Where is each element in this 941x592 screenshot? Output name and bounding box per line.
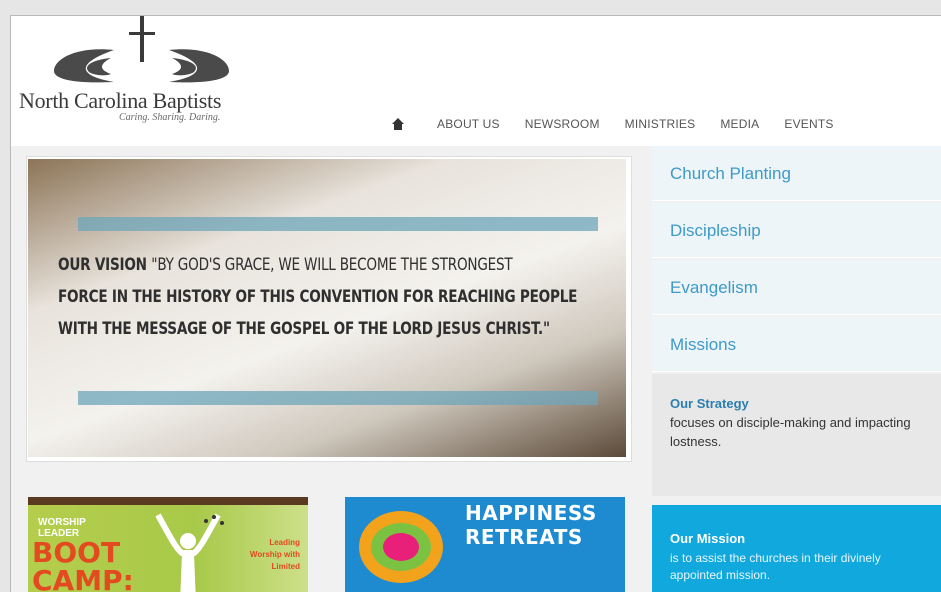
mission-title[interactable]: Our Mission [670, 531, 924, 546]
nav-media[interactable]: MEDIA [720, 117, 759, 131]
hero-banner[interactable]: OUR VISION "BY GOD'S GRACE, WE WILL BECO… [26, 156, 632, 462]
bootcamp-image: WORSHIP LEADER BOOT CAMP: Leading Worshi… [28, 505, 308, 592]
strategy-panel: Our Strategy focuses on disciple-making … [652, 374, 941, 496]
sidebar-item-missions[interactable]: Missions [652, 317, 941, 372]
site-header: North Carolina Baptists Caring. Sharing.… [11, 16, 941, 146]
bible-background-image: OUR VISION "BY GOD'S GRACE, WE WILL BECO… [28, 159, 626, 457]
vision-label: OUR VISION [58, 255, 147, 275]
retreats-line-1: HAPPINESS [465, 501, 597, 525]
retreats-line-2: RETREATS [465, 525, 583, 549]
sidebar-item-church-planting[interactable]: Church Planting [652, 146, 941, 201]
ministry-sidebar: Church Planting Discipleship Evangelism … [652, 146, 941, 592]
bootcamp-promo-tile[interactable]: WORSHIP LEADER BOOT CAMP: Leading Worshi… [28, 497, 308, 592]
vision-line-2: FORCE IN THE HISTORY OF THIS CONVENTION … [58, 287, 578, 307]
nav-about-us[interactable]: ABOUT US [437, 117, 500, 131]
bootcamp-side-text: Leading Worship with Limited [249, 538, 300, 571]
vision-line-3: WITH THE MESSAGE OF THE GOSPEL OF THE LO… [58, 319, 550, 339]
worship-figure-icon [155, 513, 224, 592]
sidebar-item-evangelism[interactable]: Evangelism [652, 260, 941, 315]
bootcamp-title: BOOT CAMP: [32, 536, 134, 592]
happiness-retreats-tile[interactable]: HAPPINESS RETREATS [345, 497, 625, 592]
retreats-title: HAPPINESS RETREATS [465, 501, 597, 549]
mission-panel: Our Mission is to assist the churches in… [652, 505, 941, 592]
brand-tagline: Caring. Sharing. Daring. [119, 112, 221, 123]
strategy-title[interactable]: Our Strategy [670, 396, 924, 411]
nav-newsroom[interactable]: NEWSROOM [525, 117, 600, 131]
nav-ministries[interactable]: MINISTRIES [625, 117, 696, 131]
browser-frame: North Carolina Baptists Caring. Sharing.… [10, 15, 941, 592]
hero-stripe-top [78, 217, 598, 231]
hero-stripe-bottom [78, 391, 598, 405]
main-content: OUR VISION "BY GOD'S GRACE, WE WILL BECO… [11, 146, 941, 592]
brand-name: North Carolina Baptists [19, 88, 222, 113]
retreat-logo-icon [359, 511, 443, 583]
cross-logo-icon [54, 16, 229, 83]
nav-events[interactable]: EVENTS [784, 117, 833, 131]
vision-line-1: OUR VISION "BY GOD'S GRACE, WE WILL BECO… [58, 249, 513, 281]
strategy-text: focuses on disciple-making and impacting… [670, 415, 911, 449]
home-icon[interactable] [391, 117, 405, 131]
sidebar-item-discipleship[interactable]: Discipleship [652, 203, 941, 258]
main-nav: ABOUT US NEWSROOM MINISTRIES MEDIA EVENT… [391, 112, 859, 136]
mission-text: is to assist the churches in their divin… [670, 551, 881, 582]
vision-text-1: "BY GOD'S GRACE, WE WILL BECOME THE STRO… [151, 255, 513, 275]
logo[interactable]: North Carolina Baptists Caring. Sharing.… [19, 16, 269, 136]
vision-statement: OUR VISION "BY GOD'S GRACE, WE WILL BECO… [58, 249, 578, 345]
